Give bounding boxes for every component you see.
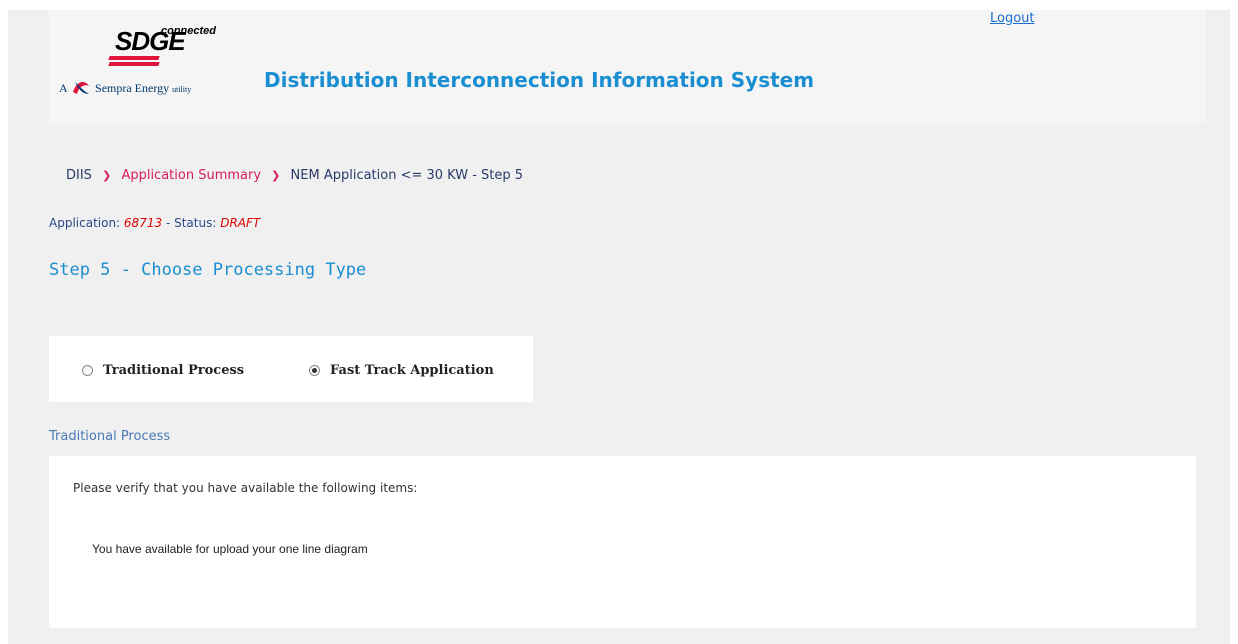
verify-instructions: Please verify that you have available th… [73,481,418,495]
logo-tagline-prefix: A [59,80,68,95]
requirements-panel: Please verify that you have available th… [49,456,1196,628]
page-background: SDGE connected A Sempra Energy utility D… [8,10,1230,644]
sdge-logo: SDGE connected A Sempra Energy utility [59,18,259,118]
application-status-line: Application: 68713 - Status: DRAFT [49,216,260,230]
breadcrumb: DIIS ❯ Application Summary ❯ NEM Applica… [66,168,523,183]
status-value: DRAFT [220,216,261,230]
sempra-swirl-icon [71,78,91,100]
fast-track-application-radio[interactable]: Fast Track Application [309,363,494,378]
app-title: Distribution Interconnection Information… [264,68,815,92]
logo-tagline: A Sempra Energy utility [59,78,191,100]
breadcrumb-item-current: NEM Application <= 30 KW - Step 5 [290,168,524,183]
traditional-process-radio[interactable]: Traditional Process [82,363,244,378]
logout-link[interactable]: Logout [990,11,1035,26]
logo-tagline-suffix: utility [172,84,192,94]
logo-stripes [108,56,160,72]
header-bar: SDGE connected A Sempra Energy utility D… [49,10,1206,123]
traditional-process-label: Traditional Process [103,363,245,378]
breadcrumb-item-application-summary[interactable]: Application Summary [121,168,261,183]
logo-connected-text: connected [161,25,217,37]
breadcrumb-item-diis[interactable]: DIIS [66,168,92,183]
radio-unchecked-icon[interactable] [82,365,93,376]
status-label: - Status: [165,216,217,230]
breadcrumb-separator-icon: ❯ [271,169,281,182]
application-id: 68713 [123,216,163,230]
page-title: Step 5 - Choose Processing Type [49,260,367,280]
logo-tagline-company: Sempra Energy [95,80,170,95]
fast-track-application-label: Fast Track Application [330,363,494,378]
requirement-item: You have available for upload your one l… [92,542,368,556]
radio-checked-icon[interactable] [309,365,320,376]
section-title: Traditional Process [49,429,171,444]
application-label: Application: [49,216,121,230]
breadcrumb-separator-icon: ❯ [102,169,112,182]
processing-type-options: Traditional Process Fast Track Applicati… [49,336,533,402]
